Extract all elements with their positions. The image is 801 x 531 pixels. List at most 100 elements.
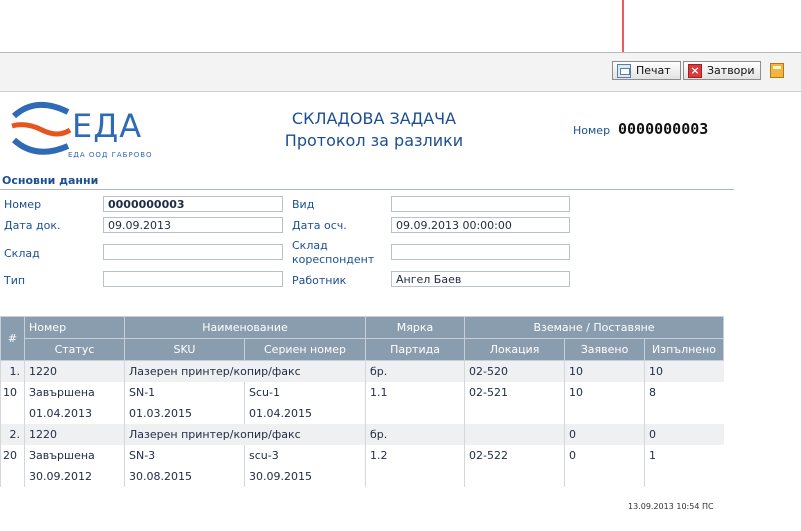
cell: 0 <box>564 424 645 445</box>
document-number-value: 0000000003 <box>618 120 709 138</box>
cell: Scu-1 <box>243 382 366 403</box>
print-icon <box>617 63 631 78</box>
doc-date-field[interactable]: 09.09.2013 <box>103 217 283 233</box>
cell: 1220 <box>24 360 125 382</box>
cell: 1 <box>644 445 724 466</box>
cell <box>0 403 25 424</box>
col-batch[interactable]: Партида <box>365 338 466 361</box>
type-field[interactable] <box>391 196 570 212</box>
toolbar: Печат × Затвори <box>0 53 801 92</box>
cell: 10 <box>564 382 645 403</box>
col-take-put[interactable]: Вземане / Поставяне <box>464 316 725 339</box>
logo-name: ЕДА <box>72 107 143 145</box>
cell <box>464 424 565 445</box>
correspondent-warehouse-field[interactable] <box>391 244 570 260</box>
col-unit[interactable]: Мярка <box>365 316 466 339</box>
col-number[interactable]: Номер <box>24 316 125 339</box>
cell: 10 <box>644 360 724 382</box>
cell: 30.09.2015 <box>243 466 366 487</box>
col-done[interactable]: Изпълнено <box>644 338 725 361</box>
document-title-line2: Протокол за разлики <box>284 131 464 150</box>
cell: бр. <box>365 424 465 445</box>
col-serial[interactable]: Сериен номер <box>243 338 367 361</box>
tip-field[interactable] <box>103 271 283 287</box>
cell: 1.2 <box>365 445 465 466</box>
cell <box>365 403 465 424</box>
warehouse-label: Склад <box>4 247 40 260</box>
col-status[interactable]: Статус <box>24 338 125 361</box>
cell: 02-522 <box>464 445 565 466</box>
cell: 8 <box>644 382 724 403</box>
number-label: Номер <box>4 198 42 211</box>
number-field[interactable]: 0000000003 <box>103 196 283 212</box>
table-row[interactable]: 30.09.2012 30.08.2015 30.09.2015 <box>0 466 724 487</box>
cell: Лазерен принтер/копир/факс <box>123 360 366 382</box>
close-button-label: Затвори <box>707 64 755 77</box>
cell: 30.09.2012 <box>24 466 125 487</box>
cell <box>644 466 724 487</box>
cell: 02-520 <box>464 360 565 382</box>
cell: SN-1 <box>124 382 245 403</box>
cell: 1.1 <box>365 382 465 403</box>
close-button[interactable]: × Затвори <box>683 61 761 80</box>
correspondent-label-line2: кореспондент <box>292 253 375 266</box>
col-hash[interactable]: # <box>0 316 25 361</box>
cell: 02-521 <box>464 382 565 403</box>
document-title-line1: СКЛАДОВА ЗАДАЧА <box>291 109 457 128</box>
cell: 01.04.2013 <box>24 403 125 424</box>
cell: 20 <box>0 445 25 466</box>
col-location[interactable]: Локация <box>464 338 566 361</box>
worker-label: Работник <box>292 274 347 287</box>
print-timestamp: 13.09.2013 10:54 ПС <box>628 502 714 511</box>
cell: бр. <box>365 360 465 382</box>
table-row[interactable]: 01.04.2013 01.03.2015 01.04.2015 <box>0 403 724 424</box>
print-button[interactable]: Печат <box>612 61 681 80</box>
close-icon: × <box>688 63 702 78</box>
table-row[interactable]: 10 Завършена SN-1 Scu-1 1.1 02-521 10 8 <box>0 382 724 403</box>
calculator-icon[interactable] <box>770 63 784 78</box>
cell: 01.04.2015 <box>243 403 366 424</box>
cell: SN-3 <box>124 445 245 466</box>
cell <box>644 403 724 424</box>
logo-subtitle: ЕДА ООД ГАБРОВО <box>68 151 153 159</box>
cell <box>365 466 465 487</box>
cell: 1. <box>0 360 25 382</box>
cell: 10 <box>564 360 645 382</box>
tip-label: Тип <box>4 274 26 287</box>
col-sku[interactable]: SKU <box>124 338 245 361</box>
print-button-label: Печат <box>636 64 671 77</box>
cell <box>564 403 645 424</box>
cell: 0 <box>564 445 645 466</box>
cell: 1220 <box>24 424 125 445</box>
correspondent-warehouse-label: Склад кореспондент <box>292 239 374 267</box>
doc-date-label: Дата док. <box>4 219 61 232</box>
col-requested[interactable]: Заявено <box>564 338 646 361</box>
table-row[interactable]: 20 Завършена SN-3 scu-3 1.2 02-522 0 1 <box>0 445 724 466</box>
document-title: СКЛАДОВА ЗАДАЧА Протокол за разлики <box>258 108 490 152</box>
cell <box>0 466 25 487</box>
cell <box>564 466 645 487</box>
table-row[interactable]: 1. 1220 Лазерен принтер/копир/факс бр. 0… <box>0 360 724 382</box>
cell: 30.08.2015 <box>124 466 245 487</box>
post-date-field[interactable]: 09.09.2013 00:00:00 <box>391 217 570 233</box>
correspondent-label-line1: Склад <box>292 239 328 252</box>
warehouse-field[interactable] <box>103 244 283 260</box>
type-label: Вид <box>292 198 315 211</box>
cell <box>464 466 565 487</box>
worker-field[interactable]: Ангел Баев <box>391 271 570 287</box>
cell: 0 <box>644 424 724 445</box>
cell: 10 <box>0 382 25 403</box>
cell: Завършена <box>24 445 125 466</box>
document-number-label: Номер <box>573 124 611 137</box>
cell: Лазерен принтер/копир/факс <box>123 424 366 445</box>
items-table: # Номер Наименование Мярка Вземане / Пос… <box>0 316 725 487</box>
cell: 01.03.2015 <box>124 403 245 424</box>
col-name[interactable]: Наименование <box>123 316 367 339</box>
cell: Завършена <box>24 382 125 403</box>
cell <box>464 403 565 424</box>
cell: scu-3 <box>243 445 366 466</box>
table-row[interactable]: 2. 1220 Лазерен принтер/копир/факс бр. 0… <box>0 424 724 445</box>
section-main-data: Основни данни <box>0 174 734 190</box>
post-date-label: Дата осч. <box>292 219 347 232</box>
cell: 2. <box>0 424 25 445</box>
